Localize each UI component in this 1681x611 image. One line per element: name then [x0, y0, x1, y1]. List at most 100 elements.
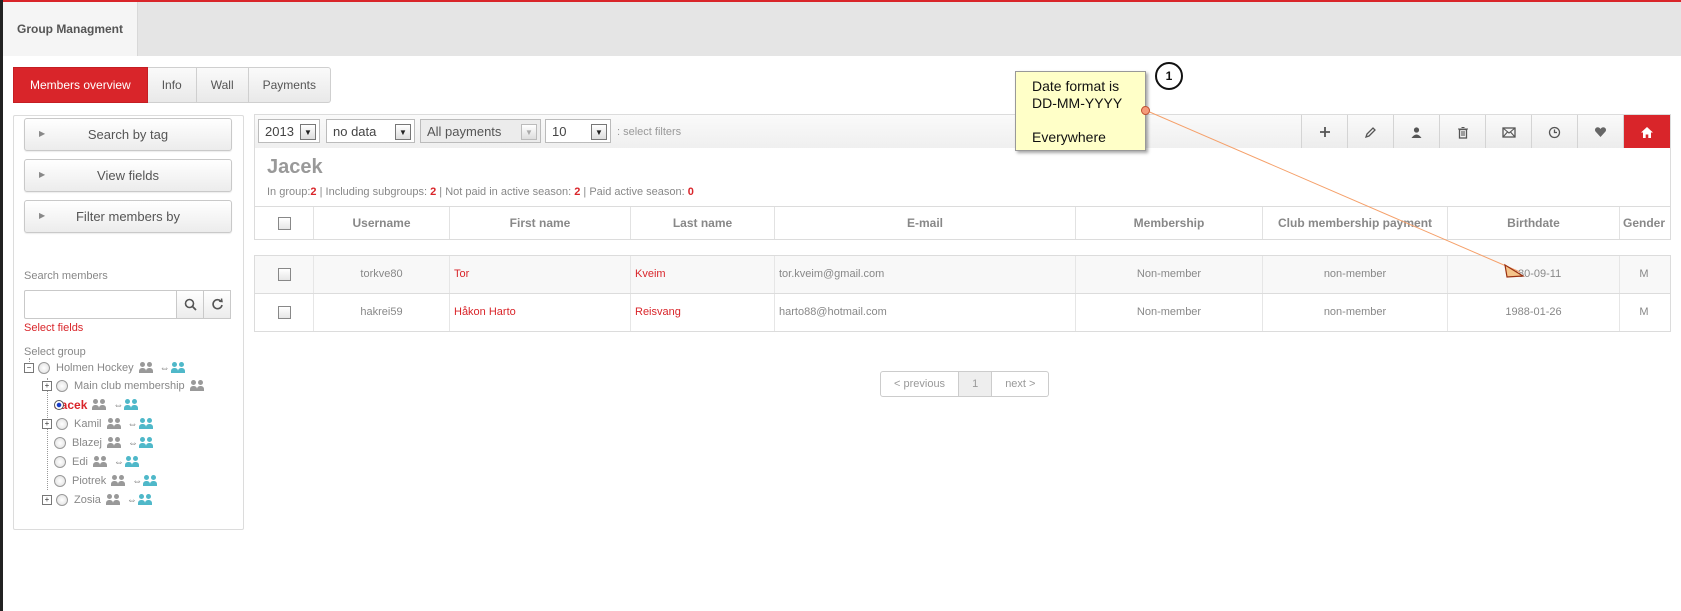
- tree-item[interactable]: + Zosia ⇔: [42, 491, 159, 509]
- pagination: < previous 1 next >: [880, 371, 1050, 397]
- stat-label: | Including subgroups:: [316, 186, 431, 198]
- radio-icon[interactable]: [56, 494, 68, 506]
- heart-icon: [1594, 127, 1607, 137]
- col-gender[interactable]: Gender: [1620, 207, 1668, 239]
- people-icon: [124, 399, 142, 411]
- history-button[interactable]: [1531, 115, 1577, 149]
- annotation-marker: 1: [1155, 62, 1183, 90]
- tree-label: Main club membership: [74, 380, 185, 392]
- tree-item[interactable]: Blazej ⇔: [54, 434, 160, 452]
- tab-payments[interactable]: Payments: [248, 67, 331, 103]
- tree-label: Holmen Hockey: [56, 362, 134, 374]
- clock-icon: [1548, 126, 1561, 138]
- people-icon: [138, 362, 157, 374]
- table-row[interactable]: torkve80 Tor Kveim tor.kveim@gmail.com N…: [255, 256, 1670, 294]
- expand-icon[interactable]: +: [42, 381, 52, 391]
- link-icon: ⇔: [113, 456, 124, 468]
- radio-icon[interactable]: [54, 475, 66, 487]
- button-label: View fields: [97, 168, 159, 183]
- stat-label: | Paid active season:: [580, 186, 688, 198]
- tab-info[interactable]: Info: [147, 67, 197, 103]
- expand-icon[interactable]: +: [42, 495, 52, 505]
- select-fields-link[interactable]: Select fields: [24, 322, 83, 334]
- favorite-button[interactable]: [1577, 115, 1623, 149]
- cell-first-name[interactable]: Tor: [450, 256, 631, 293]
- edit-button[interactable]: [1347, 115, 1393, 149]
- col-birthdate[interactable]: Birthdate: [1448, 207, 1620, 239]
- filter-bar: 2013 ▼ no data ▼ All payments ▼ 10 ▼ : s…: [254, 114, 1671, 150]
- delete-button[interactable]: [1439, 115, 1485, 149]
- people-icon: [92, 399, 110, 411]
- radio-icon[interactable]: [56, 380, 68, 392]
- people-icon: [138, 437, 157, 449]
- view-fields-button[interactable]: ▶ View fields: [24, 159, 232, 192]
- tree-item[interactable]: Edi ⇔: [54, 453, 146, 471]
- toolbar: [1301, 115, 1670, 149]
- next-page-button[interactable]: next >: [992, 371, 1050, 397]
- home-button[interactable]: [1623, 115, 1670, 149]
- link-icon: ⇔: [126, 494, 137, 506]
- link-icon: ⇔: [132, 475, 142, 487]
- cell-birthdate: 1988-01-26: [1448, 294, 1620, 331]
- cell-first-name[interactable]: Håkon Harto: [450, 294, 631, 331]
- tree-item[interactable]: − Holmen Hockey ⇔: [24, 359, 192, 377]
- group-title: Jacek: [267, 156, 323, 178]
- table-row[interactable]: hakrei59 Håkon Harto Reisvang harto88@ho…: [255, 294, 1670, 332]
- tab-group-management[interactable]: Group Managment: [3, 2, 138, 56]
- select-value: no data: [333, 123, 377, 139]
- tab-members-overview[interactable]: Members overview: [13, 67, 148, 103]
- tree-item-selected[interactable]: Jacek ⇔: [54, 396, 145, 414]
- row-checkbox[interactable]: [277, 305, 291, 319]
- row-checkbox[interactable]: [277, 267, 291, 281]
- expand-icon[interactable]: +: [42, 419, 52, 429]
- people-icon: [170, 362, 189, 374]
- filter-members-button[interactable]: ▶ Filter members by: [24, 200, 232, 233]
- tree-label: Kamil: [74, 418, 102, 430]
- col-last-name[interactable]: Last name: [631, 207, 775, 239]
- col-email[interactable]: E-mail: [775, 207, 1076, 239]
- page-number[interactable]: 1: [959, 371, 993, 397]
- search-by-tag-button[interactable]: ▶ Search by tag: [24, 118, 232, 151]
- per-page-select[interactable]: 10 ▼: [545, 119, 611, 143]
- mail-button[interactable]: [1485, 115, 1531, 149]
- select-all-checkbox[interactable]: [277, 217, 291, 231]
- people-icon: [124, 456, 143, 468]
- tree-label: Zosia: [74, 494, 101, 506]
- home-icon: [1641, 126, 1653, 138]
- search-members-label: Search members: [24, 270, 108, 282]
- link-icon: ⇔: [127, 418, 138, 430]
- search-button[interactable]: [176, 290, 204, 319]
- note-line: Everywhere: [1032, 129, 1106, 145]
- note-line: [1032, 112, 1145, 129]
- radio-selected-icon[interactable]: [54, 400, 64, 410]
- cell-last-name[interactable]: Reisvang: [631, 294, 775, 331]
- tab-wall[interactable]: Wall: [196, 67, 249, 103]
- tree-item[interactable]: + Main club membership: [42, 377, 211, 395]
- col-club-payment[interactable]: Club membership payment: [1263, 207, 1448, 239]
- tree-item[interactable]: + Kamil ⇔: [42, 415, 160, 433]
- refresh-button[interactable]: [203, 290, 231, 319]
- radio-icon[interactable]: [56, 418, 68, 430]
- tree-item[interactable]: Piotrek ⇔: [54, 472, 164, 490]
- year-select[interactable]: 2013 ▼: [258, 119, 320, 143]
- add-button[interactable]: [1301, 115, 1347, 149]
- select-value: 2013: [265, 123, 294, 139]
- data-select[interactable]: no data ▼: [326, 119, 415, 143]
- cell-last-name[interactable]: Kveim: [631, 256, 775, 293]
- radio-icon[interactable]: [54, 437, 66, 449]
- previous-page-button[interactable]: < previous: [880, 371, 960, 397]
- payments-select[interactable]: All payments ▼: [420, 119, 541, 143]
- col-membership[interactable]: Membership: [1076, 207, 1263, 239]
- stat-paid: 0: [687, 186, 694, 198]
- radio-icon[interactable]: [54, 456, 66, 468]
- user-button[interactable]: [1393, 115, 1439, 149]
- people-icon: [92, 456, 111, 468]
- radio-icon[interactable]: [38, 362, 50, 374]
- col-first-name[interactable]: First name: [450, 207, 631, 239]
- cell-email: tor.kveim@gmail.com: [775, 256, 1076, 293]
- cell-gender: M: [1639, 306, 1649, 318]
- col-username[interactable]: Username: [314, 207, 450, 239]
- collapse-icon[interactable]: −: [24, 363, 34, 373]
- chevron-down-icon: ▼: [300, 124, 316, 140]
- search-members-input[interactable]: [24, 290, 180, 319]
